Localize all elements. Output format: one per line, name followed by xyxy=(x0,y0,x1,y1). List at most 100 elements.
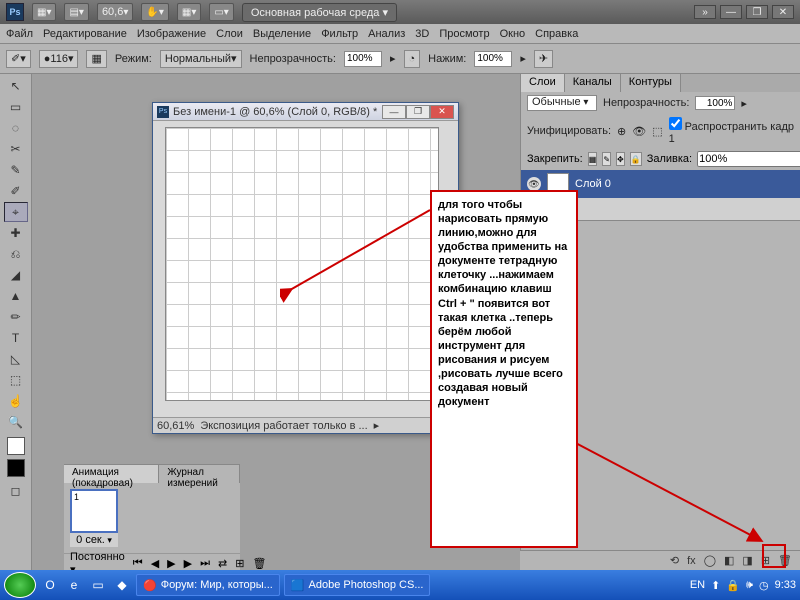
ql-opera-icon[interactable]: O xyxy=(40,575,60,595)
anim-delete-icon[interactable]: 🗑 xyxy=(252,557,266,570)
layer-fill-input[interactable] xyxy=(697,151,800,167)
layer-opacity-input[interactable] xyxy=(695,96,735,110)
menu-layers[interactable]: Слои xyxy=(216,28,243,40)
status-arrow-icon[interactable]: ▸ xyxy=(374,419,380,432)
foreground-color-swatch[interactable] xyxy=(7,437,25,455)
menu-image[interactable]: Изображение xyxy=(137,28,206,40)
taskbar-photoshop-button[interactable]: 🟦 Adobe Photoshop CS... xyxy=(284,574,431,596)
flow-input[interactable] xyxy=(474,51,512,67)
link-layers-icon[interactable]: ⟲ xyxy=(670,554,679,567)
window-minimize-icon[interactable]: — xyxy=(720,5,742,19)
path-select-tool[interactable]: ◺ xyxy=(4,349,28,369)
menu-help[interactable]: Справка xyxy=(535,28,578,40)
gradient-tool[interactable]: ▲ xyxy=(4,286,28,306)
opacity-input[interactable] xyxy=(344,51,382,67)
tool-preset-picker[interactable]: ✐▾ xyxy=(6,50,31,68)
status-zoom[interactable]: 60,61% xyxy=(157,420,194,432)
taskbar-forum-button[interactable]: 🔴 Форум: Мир, которы... xyxy=(136,574,280,596)
tab-channels[interactable]: Каналы xyxy=(565,74,621,92)
brush-tool[interactable]: ⌖ xyxy=(4,202,28,222)
menu-view[interactable]: Просмотр xyxy=(439,28,489,40)
tab-measure-log[interactable]: Журнал измерений xyxy=(159,465,240,483)
opacity-caret-icon[interactable]: ▸ xyxy=(741,97,747,110)
anim-next-icon[interactable]: ▶ xyxy=(184,557,192,570)
hand-tool-button[interactable]: ✋▾ xyxy=(141,3,168,21)
opacity-dropdown-icon[interactable]: ▸ xyxy=(390,52,396,65)
tray-icon-3[interactable]: 🕪 xyxy=(746,579,753,592)
adjustment-layer-icon[interactable]: ◧ xyxy=(724,554,734,567)
menu-analysis[interactable]: Анализ xyxy=(368,28,405,40)
panels-collapse-icon[interactable]: » xyxy=(694,5,716,19)
window-close-icon[interactable]: ✕ xyxy=(772,5,794,19)
eyedropper-tool[interactable]: ✎ xyxy=(4,160,28,180)
arrange-docs-button[interactable]: ▦▾ xyxy=(177,3,201,21)
tray-lang[interactable]: EN xyxy=(690,579,705,591)
pen-tool[interactable]: ✏ xyxy=(4,307,28,327)
brush-panel-toggle[interactable]: ▦ xyxy=(86,50,106,68)
lock-pos-icon[interactable]: ✥ xyxy=(616,152,625,166)
lock-paint-icon[interactable]: ✎ xyxy=(602,152,611,166)
tablet-opacity-icon[interactable]: ◔ xyxy=(404,50,421,68)
airbrush-icon[interactable]: ✈ xyxy=(534,50,553,68)
unify-vis-icon[interactable]: 👁 xyxy=(632,125,646,138)
unify-style-icon[interactable]: ⬚ xyxy=(652,125,662,138)
ql-ie-icon[interactable]: e xyxy=(64,575,84,595)
layer-group-icon[interactable]: ◨ xyxy=(742,554,752,567)
flow-dropdown-icon[interactable]: ▸ xyxy=(520,52,526,65)
layer-name[interactable]: Слой 0 xyxy=(575,178,611,190)
anim-play-icon[interactable]: ▶ xyxy=(167,557,175,570)
anim-first-icon[interactable]: ⏮ xyxy=(133,557,143,570)
tab-layers[interactable]: Слои xyxy=(521,74,565,92)
type-tool[interactable]: T xyxy=(4,328,28,348)
hand-tool[interactable]: ☝ xyxy=(4,391,28,411)
tab-paths[interactable]: Контуры xyxy=(621,74,681,92)
menu-select[interactable]: Выделение xyxy=(253,28,311,40)
document-canvas[interactable] xyxy=(165,127,439,401)
tray-icon-4[interactable]: ◷ xyxy=(759,579,769,592)
menu-edit[interactable]: Редактирование xyxy=(43,28,127,40)
window-maximize-icon[interactable]: ❐ xyxy=(746,5,768,19)
stamp-tool[interactable]: ✚ xyxy=(4,223,28,243)
view-extras-button[interactable]: ▤▾ xyxy=(64,3,88,21)
workspace-switcher[interactable]: Основная рабочая среда ▾ xyxy=(242,3,397,22)
tab-animation[interactable]: Анимация (покадровая) xyxy=(64,465,159,483)
anim-prev-icon[interactable]: ◀ xyxy=(151,557,159,570)
crop-tool[interactable]: ✂ xyxy=(4,139,28,159)
anim-new-frame-icon[interactable]: ⊞ xyxy=(235,557,244,570)
lasso-tool[interactable]: ◌ xyxy=(4,118,28,138)
anim-tween-icon[interactable]: ⇄ xyxy=(218,557,227,570)
zoom-tool[interactable]: 🔍 xyxy=(4,412,28,432)
anim-last-icon[interactable]: ⏭ xyxy=(200,557,210,570)
start-button[interactable] xyxy=(4,572,36,598)
layer-fx-icon[interactable]: fx xyxy=(687,555,696,567)
shape-tool[interactable]: ⬚ xyxy=(4,370,28,390)
doc-maximize-icon[interactable]: ❐ xyxy=(406,105,430,119)
propagate-frame-checkbox[interactable] xyxy=(669,117,682,130)
doc-minimize-icon[interactable]: — xyxy=(382,105,406,119)
eraser-tool[interactable]: ◢ xyxy=(4,265,28,285)
move-tool[interactable]: ↖ xyxy=(4,76,28,96)
lock-trans-icon[interactable]: ▦ xyxy=(588,152,598,166)
background-color-swatch[interactable] xyxy=(7,459,25,477)
menu-window[interactable]: Окно xyxy=(500,28,526,40)
document-titlebar[interactable]: Ps Без имени-1 @ 60,6% (Слой 0, RGB/8) *… xyxy=(153,103,458,121)
lock-all-icon[interactable]: 🔒 xyxy=(630,152,642,166)
screen-mode-button[interactable]: ▭▾ xyxy=(209,3,233,21)
tray-clock[interactable]: 9:33 xyxy=(775,579,796,591)
menu-file[interactable]: Файл xyxy=(6,28,33,40)
unify-pos-icon[interactable]: ⊕ xyxy=(617,125,626,138)
layer-blend-select[interactable]: Обычные ▾ xyxy=(527,95,597,111)
doc-close-icon[interactable]: ✕ xyxy=(430,105,454,119)
layer-visibility-icon[interactable]: 👁 xyxy=(527,177,541,191)
history-brush-tool[interactable]: ⎌ xyxy=(4,244,28,264)
marquee-tool[interactable]: ▭ xyxy=(4,97,28,117)
menu-3d[interactable]: 3D xyxy=(415,28,429,40)
brush-picker[interactable]: ● 116 ▾ xyxy=(39,50,79,68)
zoom-level-field[interactable]: 60,6 ▾ xyxy=(97,3,133,21)
ql-desktop-icon[interactable]: ▭ xyxy=(88,575,108,595)
layer-mask-icon[interactable]: ◯ xyxy=(704,554,716,567)
quick-mask-icon[interactable]: ◻ xyxy=(4,481,28,501)
tray-icon-1[interactable]: ⬆ xyxy=(711,579,720,592)
blend-mode-select[interactable]: Нормальный ▾ xyxy=(160,50,242,68)
tray-icon-2[interactable]: 🔒 xyxy=(726,579,740,592)
